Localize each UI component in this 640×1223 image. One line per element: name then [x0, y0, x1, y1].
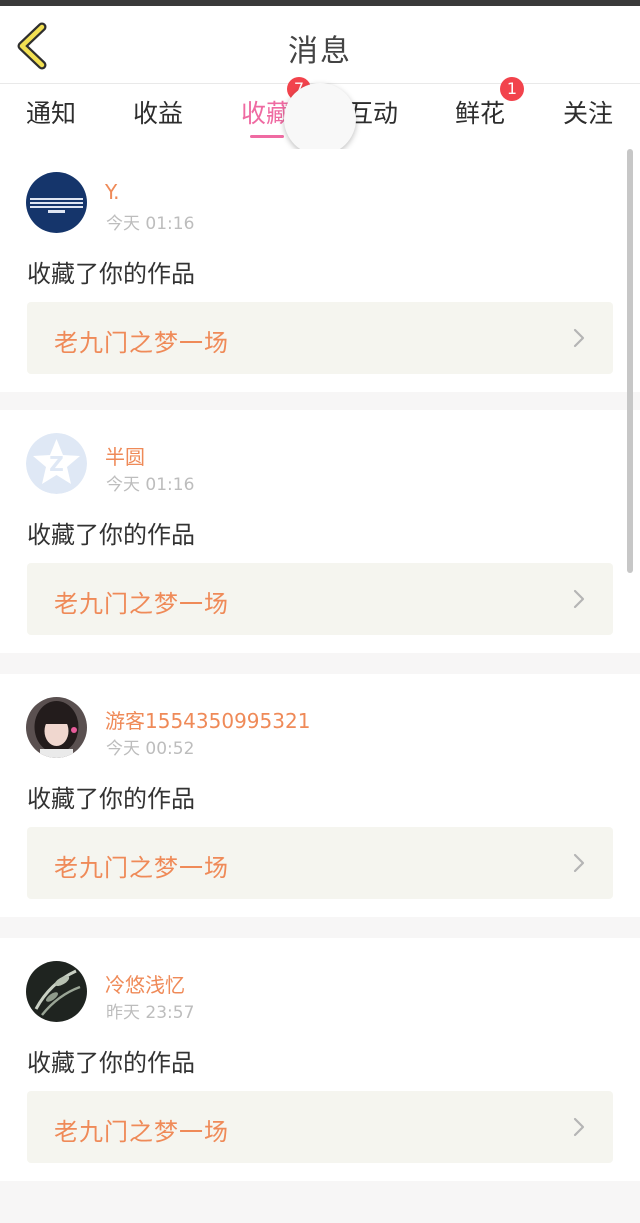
timestamp: 今天 00:52 [106, 739, 195, 759]
list-item: 冷悠浅忆 昨天 23:57 收藏了你的作品 老九门之梦一场 [0, 938, 640, 1181]
work-link[interactable]: 老九门之梦一场 [27, 1091, 613, 1163]
work-title: 老九门之梦一场 [54, 854, 229, 882]
avatar[interactable] [26, 697, 87, 758]
action-text: 收藏了你的作品 [27, 521, 195, 549]
work-link[interactable]: 老九门之梦一场 [27, 302, 613, 374]
work-link[interactable]: 老九门之梦一场 [27, 563, 613, 635]
work-title: 老九门之梦一场 [54, 329, 229, 357]
work-title: 老九门之梦一场 [54, 1118, 229, 1146]
svg-text:Z: Z [49, 452, 64, 476]
top-app-bar: 消息 [0, 6, 640, 84]
list-item: Z 半圆 今天 01:16 收藏了你的作品 老九门之梦一场 [0, 410, 640, 653]
user-name[interactable]: Y. [105, 180, 120, 204]
tab-flowers[interactable]: 鲜花 [455, 94, 505, 130]
touch-indicator [284, 83, 356, 155]
tab-flowers-badge: 1 [500, 77, 524, 101]
list-item: 游客1554350995321 今天 00:52 收藏了你的作品 老九门之梦一场 [0, 674, 640, 917]
avatar[interactable] [26, 172, 87, 233]
chevron-right-icon [573, 1117, 585, 1137]
tab-earnings[interactable]: 收益 [133, 94, 183, 130]
page-title: 消息 [288, 34, 352, 69]
scrollbar[interactable] [627, 149, 633, 573]
list-item: Y. 今天 01:16 收藏了你的作品 老九门之梦一场 [0, 149, 640, 392]
action-text: 收藏了你的作品 [27, 260, 195, 288]
work-link[interactable]: 老九门之梦一场 [27, 827, 613, 899]
active-tab-indicator [250, 135, 284, 138]
timestamp: 今天 01:16 [106, 214, 195, 234]
work-title: 老九门之梦一场 [54, 590, 229, 618]
user-name[interactable]: 冷悠浅忆 [105, 969, 185, 998]
avatar[interactable]: Z [26, 433, 87, 494]
timestamp: 昨天 23:57 [106, 1003, 195, 1023]
chevron-right-icon [573, 328, 585, 348]
avatar[interactable] [26, 961, 87, 1022]
chevron-right-icon [573, 589, 585, 609]
user-name[interactable]: 游客1554350995321 [105, 705, 310, 734]
chevron-right-icon [573, 853, 585, 873]
user-name[interactable]: 半圆 [105, 441, 145, 470]
tab-notifications[interactable]: 通知 [26, 94, 76, 130]
action-text: 收藏了你的作品 [27, 1049, 195, 1077]
tab-following[interactable]: 关注 [563, 94, 613, 130]
action-text: 收藏了你的作品 [27, 785, 195, 813]
timestamp: 今天 01:16 [106, 475, 195, 495]
